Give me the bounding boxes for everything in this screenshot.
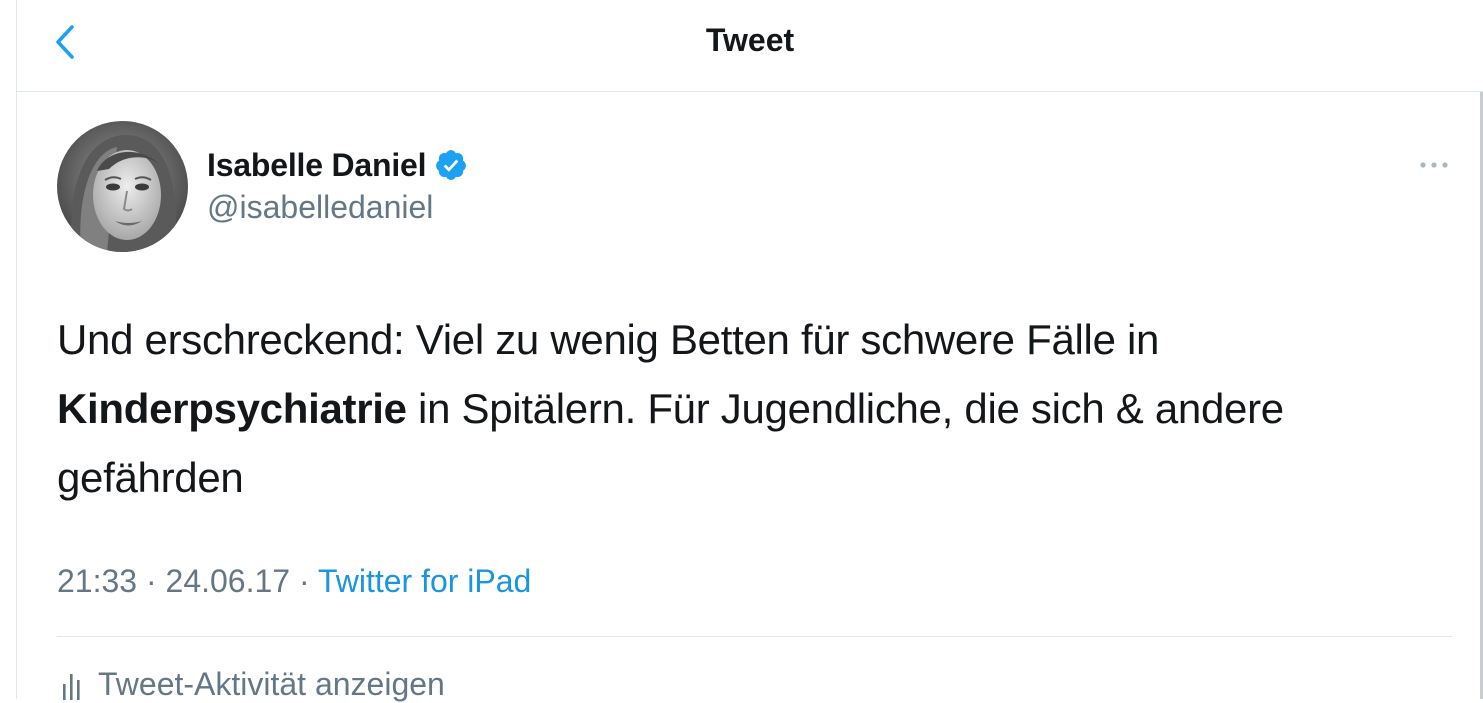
- tweet-text-highlight: Kinderpsychiatrie: [57, 385, 407, 432]
- author-name-row[interactable]: Isabelle Daniel: [207, 143, 468, 187]
- more-dots-icon: [1420, 162, 1448, 168]
- tweet-activity-label: Tweet-Aktivität anzeigen: [98, 666, 445, 702]
- page-title: Tweet: [705, 22, 795, 58]
- tweet-meta: 21:33 · 24.06.17 · Twitter for iPad: [57, 563, 531, 600]
- divider: [57, 636, 1452, 637]
- profile-photo: [57, 121, 188, 252]
- meta-separator: ·: [137, 563, 166, 599]
- top-navigation-bar: Tweet: [17, 0, 1483, 92]
- verified-badge-icon: [436, 150, 467, 180]
- author-display-name[interactable]: Isabelle Daniel: [207, 147, 427, 184]
- tweet-text-part-1: Und erschreckend: Viel zu wenig Betten f…: [57, 316, 1160, 363]
- bar-chart-icon: [63, 673, 80, 700]
- meta-separator: ·: [290, 563, 318, 599]
- tweet-time[interactable]: 21:33: [57, 563, 137, 599]
- avatar[interactable]: [57, 121, 188, 252]
- author-handle[interactable]: @isabelledaniel: [207, 189, 433, 226]
- tweet-text: Und erschreckend: Viel zu wenig Betten f…: [57, 305, 1467, 512]
- tweet-activity-link[interactable]: Tweet-Aktivität anzeigen: [60, 666, 445, 703]
- tweet-source-link[interactable]: Twitter for iPad: [318, 563, 531, 599]
- more-options-button[interactable]: [1414, 150, 1454, 180]
- tweet-date[interactable]: 24.06.17: [166, 563, 291, 599]
